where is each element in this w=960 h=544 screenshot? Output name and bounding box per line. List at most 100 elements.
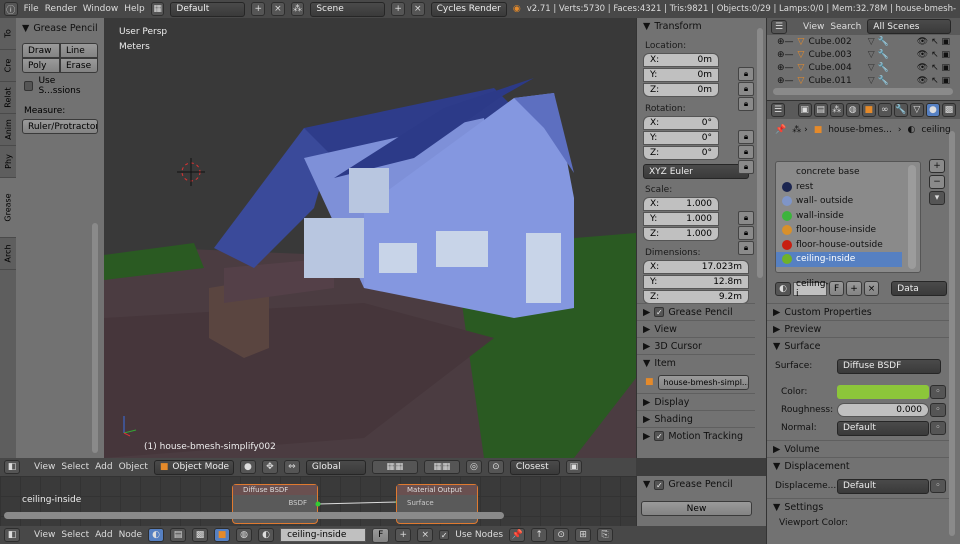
- panel-shading[interactable]: ▶ Shading: [637, 410, 755, 427]
- loc-z-field[interactable]: Z: 0m: [643, 83, 719, 97]
- loc-y-field[interactable]: Y: 0m: [643, 68, 719, 82]
- lock-icon[interactable]: 🔒︎: [738, 241, 754, 255]
- screen-layout-icon[interactable]: ▦: [150, 2, 165, 16]
- breadcrumb-object[interactable]: house-bmes...: [828, 125, 892, 135]
- outliner-filter-select[interactable]: All Scenes: [867, 19, 952, 34]
- material-slot-list[interactable]: concrete base rest wall- outside wall-insid…: [775, 161, 921, 273]
- tool-tab[interactable]: Cre: [0, 50, 16, 82]
- scene-icon[interactable]: ⁂: [290, 2, 305, 16]
- outliner-editor-icon[interactable]: ☰: [771, 19, 787, 34]
- panel-cursor[interactable]: ▶ 3D Cursor: [637, 337, 755, 354]
- texture-nodes-icon[interactable]: ▤: [170, 528, 187, 542]
- lock-icon[interactable]: 🔒︎: [738, 160, 754, 174]
- menu-render[interactable]: Render: [45, 4, 77, 14]
- orientation-select[interactable]: Global: [305, 459, 366, 475]
- node-menu-node[interactable]: Node: [119, 530, 143, 540]
- material-tab-icon[interactable]: ●: [925, 103, 940, 117]
- outliner-item[interactable]: ⊕— ▽ Cube.003 ▽ 🔧 👁 ↖ ▣: [767, 48, 960, 61]
- unlink-material-icon[interactable]: ×: [863, 281, 880, 296]
- outliner-search-menu[interactable]: Search: [830, 22, 861, 32]
- outliner-item[interactable]: ⊕— ▽ Cube.002 ▽ 🔧 👁 ↖ ▣: [767, 35, 960, 48]
- add-scene-icon[interactable]: +: [391, 2, 406, 16]
- snap-icon[interactable]: ⊙: [487, 460, 504, 474]
- rot-x-field[interactable]: X: 0°: [643, 116, 719, 130]
- menu-window[interactable]: Window: [83, 4, 119, 14]
- world-tab-icon[interactable]: ◍: [845, 103, 860, 117]
- slot-specials-icon[interactable]: ▾: [929, 191, 945, 205]
- menu-select[interactable]: Select: [61, 462, 89, 472]
- render-engine-select[interactable]: Cycles Render: [430, 1, 507, 17]
- menu-add[interactable]: Add: [95, 462, 112, 472]
- node-menu-select[interactable]: Select: [61, 530, 89, 540]
- menu-object[interactable]: Object: [119, 462, 148, 472]
- ruler-protractor-button[interactable]: Ruler/Protractor: [22, 119, 98, 134]
- material-slot[interactable]: wall-inside: [776, 209, 902, 224]
- properties-scrollbar[interactable]: [949, 131, 955, 536]
- object-tab-icon[interactable]: ■: [861, 103, 876, 117]
- modifiers-tab-icon[interactable]: 🔧: [893, 103, 908, 117]
- rot-y-field[interactable]: Y: 0°: [643, 131, 719, 145]
- outliner-item[interactable]: ⊕— ▽ Cube.011 ▽ 🔧 👁 ↖ ▣: [767, 74, 960, 87]
- poly-button[interactable]: Poly: [22, 58, 60, 73]
- rot-z-field[interactable]: Z: 0°: [643, 146, 719, 160]
- material-slot[interactable]: floor-house-inside: [776, 223, 902, 238]
- tool-tab[interactable]: Grease: [0, 178, 16, 238]
- tool-tab[interactable]: Arch: [0, 238, 16, 270]
- color-swatch[interactable]: [837, 385, 929, 399]
- panel-settings[interactable]: ▼ Settings: [767, 498, 949, 515]
- new-material-icon[interactable]: +: [846, 281, 862, 296]
- constraints-tab-icon[interactable]: ∞: [877, 103, 892, 117]
- node-snap-icon[interactable]: ⊙: [553, 528, 570, 542]
- roughness-field[interactable]: 0.000: [837, 403, 929, 417]
- panel-view[interactable]: ▶ View: [637, 320, 755, 337]
- menu-help[interactable]: Help: [124, 4, 145, 14]
- add-screen-icon[interactable]: +: [251, 2, 266, 16]
- remove-screen-icon[interactable]: ×: [271, 2, 285, 16]
- panel-motion_tracking[interactable]: ▶ ✓ Motion Tracking: [637, 427, 755, 444]
- remove-scene-icon[interactable]: ×: [411, 2, 425, 16]
- tool-tab[interactable]: Phy: [0, 146, 16, 178]
- node-unlink-icon[interactable]: ×: [417, 528, 434, 542]
- socket-link-icon[interactable]: ◦: [930, 385, 946, 399]
- new-grease-pencil-button[interactable]: New: [641, 501, 752, 516]
- socket-link-icon[interactable]: ◦: [930, 479, 946, 493]
- pin-node-tree-icon[interactable]: 📌: [509, 528, 526, 542]
- material-name-field[interactable]: ceiling-i: [793, 279, 829, 299]
- shading-select-icon[interactable]: ●: [239, 460, 256, 474]
- data-tab-icon[interactable]: ▽: [909, 103, 924, 117]
- panel-surface_panel[interactable]: ▼ Surface: [767, 337, 949, 354]
- layers-icon[interactable]: ▦▦: [371, 460, 418, 474]
- loc-x-field[interactable]: X: 0m: [643, 53, 719, 67]
- line-button[interactable]: Line: [60, 43, 98, 58]
- tool-shelf-scrollbar[interactable]: [92, 223, 98, 453]
- socket-link-icon[interactable]: ◦: [930, 403, 946, 417]
- material-slot[interactable]: rest: [776, 180, 902, 195]
- material-slot[interactable]: concrete base: [776, 165, 902, 180]
- snap-target-select[interactable]: Closest: [509, 459, 560, 475]
- draw-button[interactable]: Draw: [22, 43, 60, 58]
- scl-y-field[interactable]: Y: 1.000: [643, 212, 719, 226]
- dim-y-field[interactable]: Y: 12.8m: [643, 275, 749, 289]
- use-sessions-checkbox[interactable]: Use S...ssions: [24, 76, 96, 96]
- object-shader-icon[interactable]: ■: [214, 528, 231, 542]
- node-add-material-icon[interactable]: +: [395, 528, 412, 542]
- link-select[interactable]: Data: [891, 281, 948, 296]
- world-shader-icon[interactable]: ◍: [236, 528, 253, 542]
- surface-select[interactable]: Diffuse BSDF: [837, 358, 941, 374]
- socket-link-icon[interactable]: ◦: [930, 421, 946, 435]
- panel-item[interactable]: ▼ Item: [637, 354, 755, 371]
- expand-triangle-icon[interactable]: ▼: [22, 23, 29, 34]
- tool-tab[interactable]: Anim: [0, 114, 16, 146]
- erase-button[interactable]: Erase: [60, 58, 98, 73]
- panel-custom_properties[interactable]: ▶ Custom Properties: [767, 303, 949, 320]
- add-slot-icon[interactable]: +: [929, 159, 945, 173]
- mode-select[interactable]: ■ Object Mode: [153, 459, 234, 475]
- opengl-render-icon[interactable]: ▣: [565, 460, 582, 474]
- breadcrumb-material[interactable]: ceiling: [921, 125, 950, 135]
- pin-icon[interactable]: 📌: [775, 125, 786, 135]
- scene-select[interactable]: Scene: [310, 1, 386, 17]
- render-tab-icon[interactable]: ▣: [797, 103, 812, 117]
- displacement-select[interactable]: Default: [837, 478, 929, 494]
- normal-select[interactable]: Default: [837, 420, 929, 436]
- proportional-icon[interactable]: ◎: [465, 460, 482, 474]
